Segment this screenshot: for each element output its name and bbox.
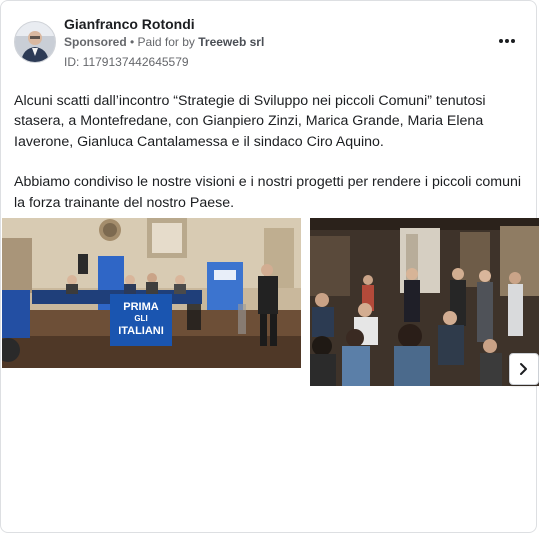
post-paragraph-1: Alcuni scatti dall’incontro “Strategie d… [14,93,486,150]
chevron-right-icon [520,363,527,375]
ad-id: ID: 1179137442645579 [64,55,189,69]
carousel-next-button[interactable] [509,353,539,385]
advertiser-name[interactable]: Treeweb srl [198,35,264,49]
ad-post-card: Gianfranco Rotondi Sponsored • Paid for … [0,0,539,533]
author-name[interactable]: Gianfranco Rotondi [64,16,195,32]
post-paragraph-2: Abbiamo condiviso le nostre visioni e i … [14,174,522,211]
more-horizontal-icon [499,39,515,43]
paid-for-prefix: Paid for by [137,35,199,49]
post-text: Alcuni scatti dall’incontro “Strategie d… [14,91,529,213]
author-avatar[interactable] [14,21,56,63]
banner-text-gli: GLI [134,314,147,323]
meta-separator: • [126,35,138,49]
more-options-button[interactable] [495,31,519,51]
carousel-photo-1[interactable]: PRIMA GLI ITALIANI [2,218,301,368]
banner-text-prima: PRIMA [123,301,159,313]
banner-text-italiani: ITALIANI [118,325,164,337]
carousel-photo-2[interactable] [310,218,539,386]
sponsored-label: Sponsored [64,35,127,49]
sponsored-line: Sponsored • Paid for by Treeweb srl [64,35,264,49]
